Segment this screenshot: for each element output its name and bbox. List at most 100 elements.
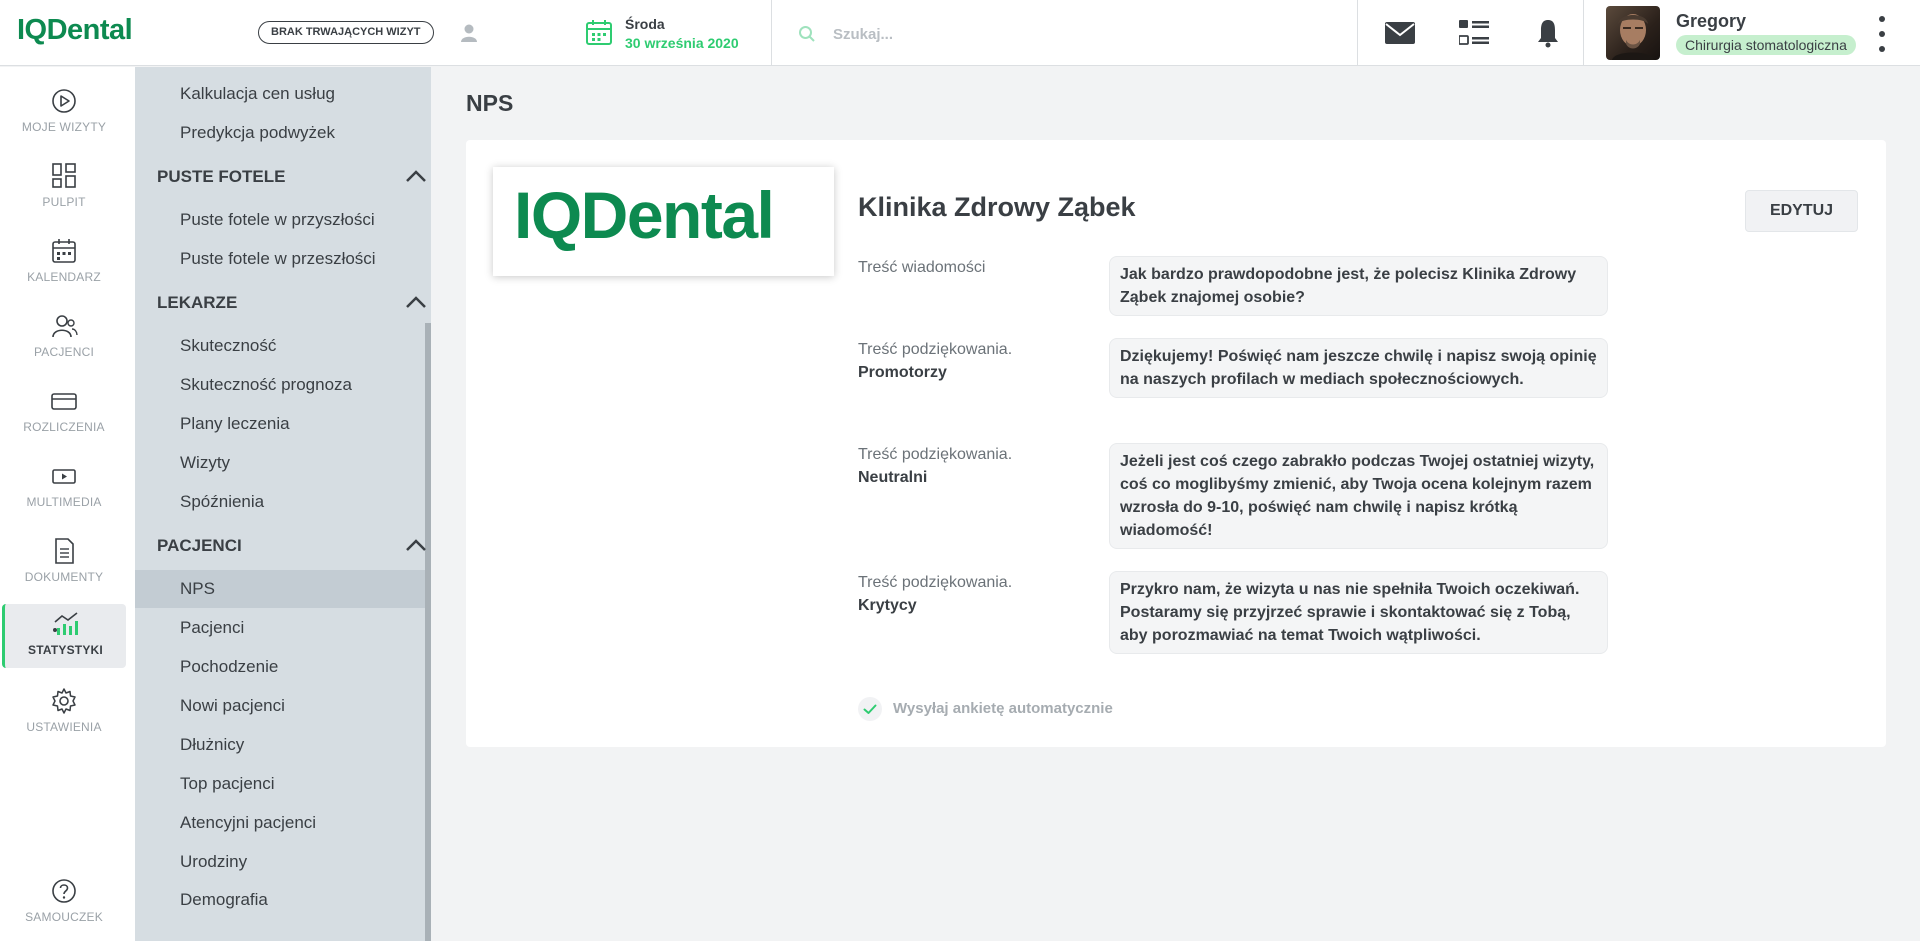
media-icon bbox=[50, 462, 78, 490]
section-title: PACJENCI bbox=[157, 536, 242, 555]
submenu-item-empty-chairs-past[interactable]: Puste fotele w przeszłości bbox=[180, 249, 376, 269]
submenu-item-attentive-patients[interactable]: Atencyjni pacjenci bbox=[180, 813, 316, 833]
submenu-item-top-patients[interactable]: Top pacjenci bbox=[180, 774, 275, 794]
nav-label: PACJENCI bbox=[33, 345, 95, 359]
submenu-item-delays[interactable]: Spóźnienia bbox=[180, 492, 264, 512]
section-title: PUSTE FOTELE bbox=[157, 167, 286, 186]
nav-label: MOJE WIZYTY bbox=[21, 120, 107, 134]
row-label-sub: Promotorzy bbox=[858, 364, 947, 381]
nav-label: ROZLICZENIA bbox=[23, 420, 105, 434]
left-nav: MOJE WIZYTY PULPIT KALENDARZ PACJENCI RO… bbox=[0, 67, 135, 941]
calendar-icon bbox=[585, 18, 613, 46]
nav-label: PULPIT bbox=[42, 195, 86, 209]
submenu-item-empty-chairs-future[interactable]: Puste fotele w przyszłości bbox=[180, 210, 375, 230]
critics-label: Treść podziękowania. Krytycy bbox=[858, 571, 1012, 617]
nav-item-dashboard[interactable]: PULPIT bbox=[2, 156, 126, 220]
promoters-text: Dziękujemy! Poświęć nam jeszcze chwilę i… bbox=[1109, 338, 1608, 398]
nav-item-calendar[interactable]: KALENDARZ bbox=[2, 231, 126, 295]
submenu-item-birthdays[interactable]: Urodziny bbox=[180, 852, 247, 872]
submenu-item-origin[interactable]: Pochodzenie bbox=[180, 657, 278, 677]
user-role-badge: Chirurgia stomatologiczna bbox=[1676, 35, 1856, 55]
nav-item-multimedia[interactable]: MULTIMEDIA bbox=[2, 456, 126, 520]
row-label-sub: Neutralni bbox=[858, 469, 928, 486]
submenu-item-active-bg bbox=[135, 570, 425, 608]
search-icon bbox=[798, 25, 816, 43]
user-name[interactable]: Gregory bbox=[1676, 11, 1746, 32]
message-text: Jak bardzo prawdopodobne jest, że poleci… bbox=[1109, 256, 1608, 316]
calendar-icon bbox=[50, 237, 78, 265]
kebab-menu-icon[interactable] bbox=[1872, 16, 1892, 52]
nps-card: IQDental Klinika Zdrowy Ząbek EDYTUJ Tre… bbox=[466, 140, 1886, 747]
submenu-item-patients[interactable]: Pacjenci bbox=[180, 618, 244, 638]
clinic-logo: IQDental bbox=[493, 167, 834, 276]
submenu-item-new-patients[interactable]: Nowi pacjenci bbox=[180, 696, 285, 716]
nav-item-settings[interactable]: USTAWIENIA bbox=[2, 681, 126, 745]
row-label-text: Treść podziękowania. bbox=[858, 341, 1013, 358]
app-logo[interactable]: IQDental bbox=[17, 14, 133, 47]
nav-item-documents[interactable]: DOKUMENTY bbox=[2, 531, 126, 595]
chevron-up-icon bbox=[406, 296, 426, 308]
search-bar bbox=[798, 22, 1278, 46]
user-icon bbox=[458, 22, 480, 44]
gear-icon bbox=[50, 687, 78, 715]
auto-send-checkbox[interactable] bbox=[858, 697, 882, 721]
clinic-logo-text: IQDental bbox=[514, 178, 775, 252]
submenu-item-effectiveness[interactable]: Skuteczność bbox=[180, 336, 276, 356]
visit-status-badge[interactable]: BRAK TRWAJĄCYCH WIZYT bbox=[258, 21, 434, 44]
date-value: 30 września 2020 bbox=[625, 35, 739, 51]
section-title: LEKARZE bbox=[157, 293, 238, 312]
row-label-sub: Krytycy bbox=[858, 597, 917, 614]
chevron-up-icon bbox=[406, 170, 426, 182]
patients-icon bbox=[50, 312, 78, 340]
nav-label: STATYSTYKI bbox=[28, 643, 103, 657]
nav-item-statistics[interactable]: STATYSTYKI bbox=[2, 604, 126, 668]
nav-label: KALENDARZ bbox=[27, 270, 101, 284]
dashboard-icon bbox=[50, 162, 78, 190]
neutrals-text: Jeżeli jest coś czego zabrakło podczas T… bbox=[1109, 443, 1608, 549]
submenu-item-debtors[interactable]: Dłużnicy bbox=[180, 735, 244, 755]
nav-item-billing[interactable]: ROZLICZENIA bbox=[2, 381, 126, 445]
clinic-name: Klinika Zdrowy Ząbek bbox=[858, 192, 1136, 222]
edit-button[interactable]: EDYTUJ bbox=[1745, 190, 1858, 232]
avatar[interactable] bbox=[1606, 6, 1660, 60]
stats-submenu: Kalkulacja cen usług Predykcja podwyżek … bbox=[135, 67, 431, 941]
submenu-item-demography[interactable]: Demografia bbox=[180, 890, 268, 910]
mail-icon[interactable] bbox=[1384, 18, 1416, 48]
list-icon[interactable] bbox=[1458, 18, 1490, 48]
row-label-text: Treść podziękowania. bbox=[858, 574, 1013, 591]
nav-item-patients[interactable]: PACJENCI bbox=[2, 306, 126, 370]
nav-label: SAMOUCZEK bbox=[25, 910, 103, 924]
submenu-item-nps[interactable]: NPS bbox=[180, 579, 215, 599]
check-icon bbox=[863, 704, 877, 714]
card-icon bbox=[50, 387, 78, 415]
submenu-section-patients[interactable]: PACJENCI bbox=[157, 536, 427, 556]
nav-item-tutorial[interactable]: SAMOUCZEK bbox=[2, 871, 126, 935]
document-icon bbox=[50, 537, 78, 565]
divider bbox=[1583, 0, 1584, 66]
nav-label: USTAWIENIA bbox=[26, 720, 102, 734]
submenu-section-doctors[interactable]: LEKARZE bbox=[157, 293, 427, 313]
row-label-text: Treść podziękowania. bbox=[858, 446, 1013, 463]
date-day: Środa bbox=[625, 16, 665, 32]
nav-label: MULTIMEDIA bbox=[26, 495, 102, 509]
nav-item-my-visits[interactable]: MOJE WIZYTY bbox=[2, 81, 126, 145]
auto-send-label: Wysyłaj ankietę automatycznie bbox=[893, 700, 1113, 717]
message-label: Treść wiadomości bbox=[858, 256, 985, 279]
critics-text: Przykro nam, że wizyta u nas nie spełnił… bbox=[1109, 571, 1608, 654]
submenu-item-treatment-plans[interactable]: Plany leczenia bbox=[180, 414, 290, 434]
promoters-label: Treść podziękowania. Promotorzy bbox=[858, 338, 1012, 384]
submenu-item-raise-prediction[interactable]: Predykcja podwyżek bbox=[180, 123, 335, 143]
neutrals-label: Treść podziękowania. Neutralni bbox=[858, 443, 1012, 489]
bell-icon[interactable] bbox=[1532, 18, 1564, 48]
submenu-item-price-calculation[interactable]: Kalkulacja cen usług bbox=[180, 84, 335, 104]
page-title: NPS bbox=[466, 90, 514, 116]
submenu-item-effectiveness-forecast[interactable]: Skuteczność prognoza bbox=[180, 375, 352, 395]
submenu-item-visits[interactable]: Wizyty bbox=[180, 453, 230, 473]
stats-icon bbox=[52, 610, 80, 638]
search-input[interactable] bbox=[833, 22, 1263, 46]
top-bar: IQDental BRAK TRWAJĄCYCH WIZYT Środa 30 … bbox=[0, 0, 1920, 66]
row-label-text: Treść wiadomości bbox=[858, 259, 986, 276]
nav-label: DOKUMENTY bbox=[24, 570, 104, 584]
submenu-section-empty-chairs[interactable]: PUSTE FOTELE bbox=[157, 167, 427, 187]
play-circle-icon bbox=[50, 87, 78, 115]
